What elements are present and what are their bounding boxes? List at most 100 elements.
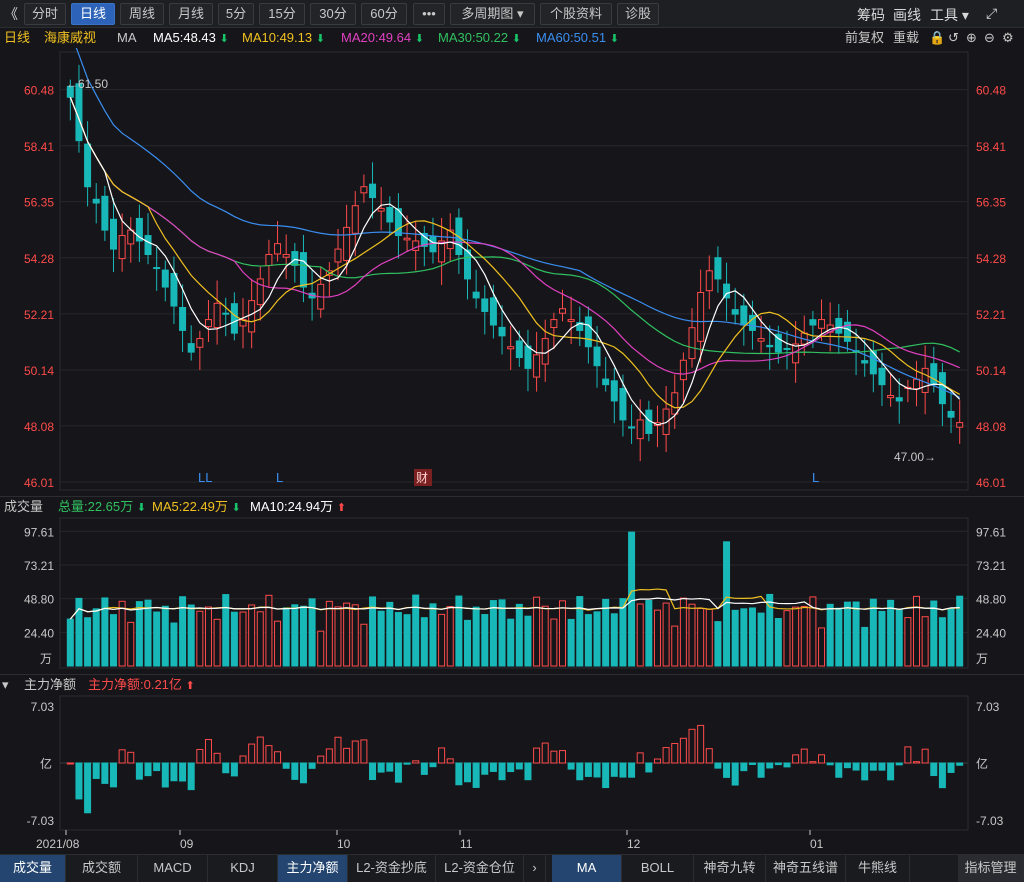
tab-l2-position[interactable]: L2-资金仓位 (436, 855, 524, 882)
volume-bar (576, 596, 584, 667)
volume-bar (610, 613, 618, 667)
volume-bar (584, 614, 592, 667)
candle (705, 270, 713, 292)
tab-ma[interactable]: MA (552, 855, 622, 882)
candle (92, 198, 100, 204)
net-flow-bar (170, 762, 178, 782)
volume-bar (818, 627, 826, 667)
volume-bar (671, 625, 679, 667)
y-tick-label-left: 46.01 (24, 476, 54, 490)
candle (179, 307, 187, 331)
net-flow-bar (438, 747, 446, 764)
candle (109, 218, 117, 250)
tab-magic-five[interactable]: 神奇五线谱 (766, 855, 846, 882)
zoom-in-icon[interactable]: ⊕ (966, 28, 977, 48)
volume-bar (783, 610, 791, 667)
reload-button[interactable]: 重载 (893, 28, 919, 48)
period-tab-30min[interactable]: 30分 (310, 3, 356, 25)
volume-bar (826, 603, 834, 667)
volume-total: 总量:22.65万 ⬇ (58, 499, 146, 514)
net-flow-bar (369, 762, 377, 781)
ma-legend-bar: 日线 海康威视 MA MA5:48.43 ⬇ MA10:49.13 ⬇ MA20… (0, 28, 1024, 48)
back-icon[interactable]: 《 (4, 4, 18, 24)
net-flow-bar (861, 762, 869, 781)
period-tab-daily[interactable]: 日线 (71, 3, 115, 25)
net-flow-bar (351, 740, 359, 764)
net-flow-bar (334, 736, 342, 764)
tools-dropdown[interactable]: 工具 ▾ (930, 5, 969, 25)
net-flow-bar (619, 762, 627, 778)
net-flow-bar (291, 762, 299, 780)
net-flow-bar (783, 762, 791, 768)
volume-bar (697, 608, 705, 667)
candle (222, 312, 230, 315)
net-flow-bar (567, 762, 575, 770)
volume-bar (239, 611, 247, 667)
lock-icon[interactable]: 🔒 (929, 28, 945, 48)
volume-title[interactable]: 成交量 (4, 497, 43, 517)
tab-main-net[interactable]: 主力净额 (278, 855, 348, 882)
period-tab-5min[interactable]: 5分 (218, 3, 254, 25)
period-tab-60min[interactable]: 60分 (361, 3, 407, 25)
net-flow-bar (748, 762, 756, 766)
period-tab-15min[interactable]: 15分 (259, 3, 305, 25)
adjust-mode-button[interactable]: 前复权 (845, 28, 884, 48)
tab-l2-bottom-fishing[interactable]: L2-资金抄底 (348, 855, 436, 882)
ma-indicator-label[interactable]: MA (117, 28, 137, 48)
date-label: 01 (810, 837, 824, 851)
expand-icon[interactable]: ⤢ (986, 5, 997, 22)
diagnose-button[interactable]: 诊股 (617, 3, 659, 25)
tab-macd[interactable]: MACD (138, 855, 208, 882)
candlestick-chart[interactable]: 60.48 60.48 58.41 58.41 56.35 56.35 54.28 54.28… (0, 48, 1024, 496)
net-flow-bar (947, 762, 955, 773)
down-arrow-icon: ⬇ (414, 33, 424, 45)
volume-bar (144, 599, 152, 667)
volume-bar (377, 610, 385, 667)
period-tab-fenshi[interactable]: 分时 (24, 3, 66, 25)
net-flow-chart[interactable]: 7.03 -7.03 7.03 -7.03 亿 亿 2021/08 09 10 11 12 01 (0, 694, 1024, 854)
candle (153, 267, 161, 270)
tab-turnover[interactable]: 成交额 (66, 855, 138, 882)
net-flow-bar (628, 762, 636, 778)
collapse-icon[interactable]: ▾ (2, 675, 9, 695)
zoom-out-icon[interactable]: ⊖ (984, 28, 995, 48)
net-title[interactable]: 主力净额 (24, 675, 76, 695)
net-flow-bar (714, 762, 722, 769)
tab-kdj[interactable]: KDJ (208, 855, 278, 882)
candle (757, 338, 765, 342)
net-flow-bar (282, 762, 290, 769)
candle (299, 252, 307, 288)
tab-bull-bear[interactable]: 牛熊线 (846, 855, 910, 882)
chip-button[interactable]: 筹码 (857, 5, 885, 25)
candle (809, 319, 817, 326)
candle (291, 251, 299, 266)
volume-chart[interactable]: 97.61 97.61 73.21 73.21 48.80 48.80 24.40 24.40… (0, 516, 1024, 674)
y-tick-label-left: 73.21 (24, 559, 54, 573)
net-flow-bar (127, 751, 135, 764)
draw-line-button[interactable]: 画线 (893, 5, 921, 25)
undo-icon[interactable]: ↺ (948, 28, 959, 48)
tab-magic-nine[interactable]: 神奇九转 (694, 855, 766, 882)
period-tab-weekly[interactable]: 周线 (120, 3, 164, 25)
tab-indicator-manage[interactable]: 指标管理 (958, 855, 1024, 882)
tab-scroll-right-icon[interactable]: › (524, 855, 546, 882)
net-flow-bar (904, 746, 912, 764)
volume-bar (619, 598, 627, 667)
net-flow-bar (887, 762, 895, 781)
volume-bar (420, 617, 428, 667)
net-flow-bar (84, 762, 92, 814)
candle (498, 326, 506, 337)
volume-bar (135, 601, 143, 667)
candle (489, 297, 497, 326)
multi-period-dropdown[interactable]: 多周期图 ▾ (450, 3, 535, 25)
tab-volume[interactable]: 成交量 (0, 855, 66, 882)
more-icon[interactable]: ••• (413, 3, 445, 25)
down-arrow-icon: ⬇ (511, 33, 521, 45)
settings-icon[interactable]: ⚙ (1002, 28, 1014, 48)
period-tab-monthly[interactable]: 月线 (169, 3, 213, 25)
tab-boll[interactable]: BOLL (622, 855, 694, 882)
stock-info-button[interactable]: 个股资料 (540, 3, 612, 25)
volume-bar (835, 607, 843, 667)
candle (766, 344, 774, 348)
net-flow-bar (412, 760, 420, 764)
